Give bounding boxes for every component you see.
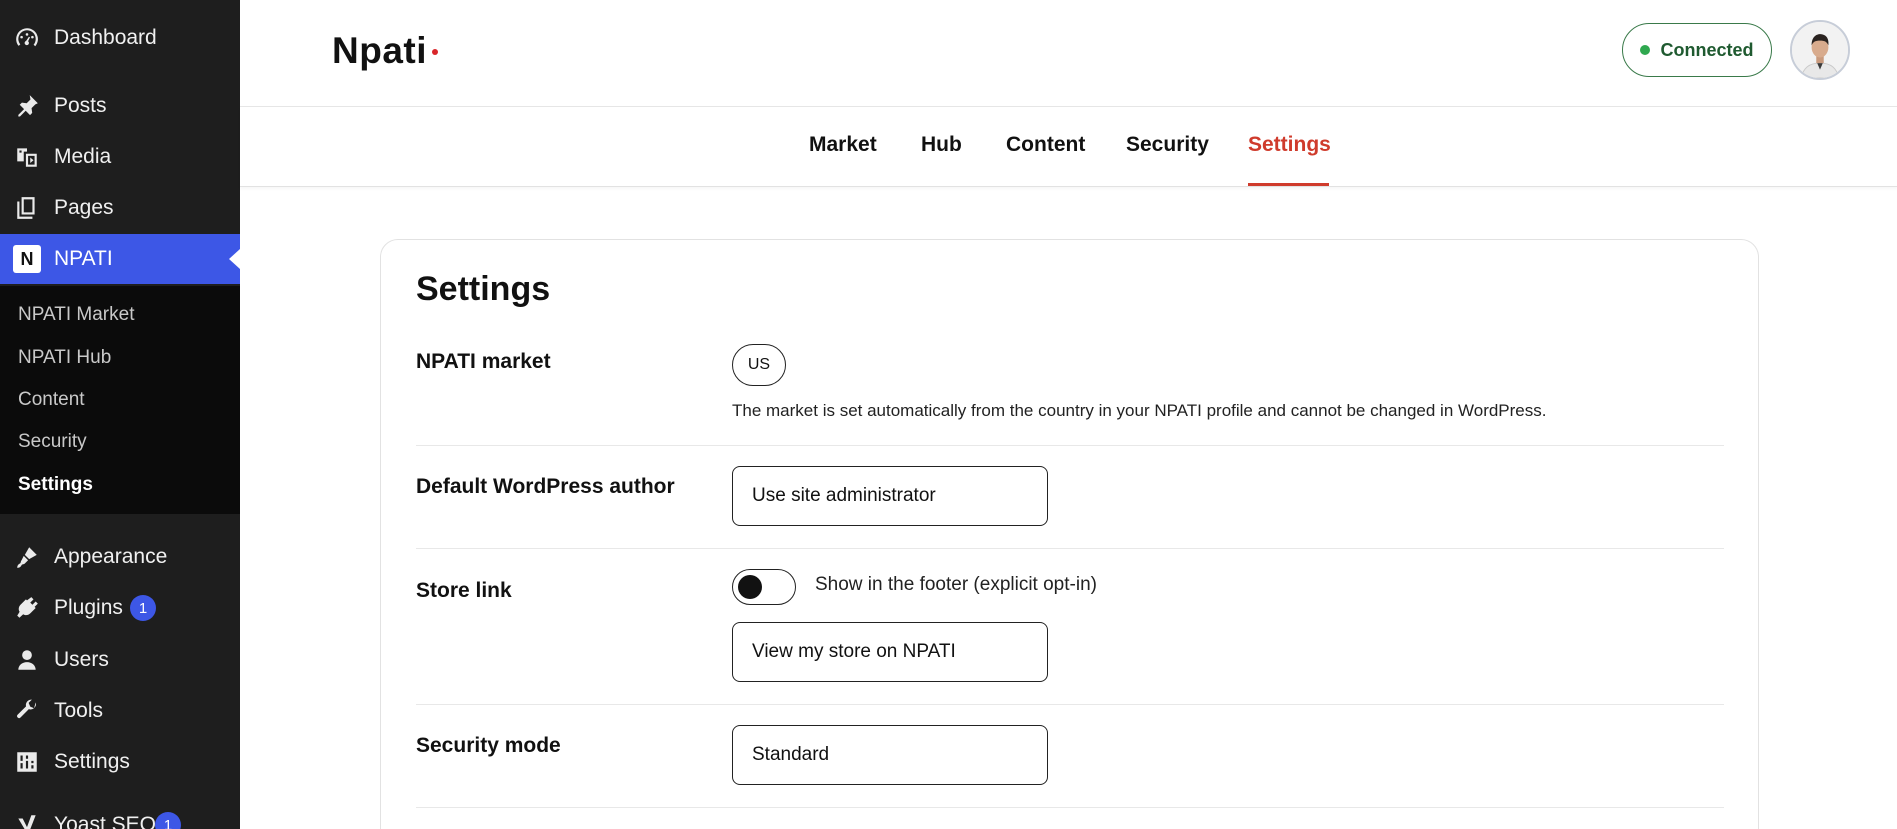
menu-label: Dashboard	[54, 26, 157, 49]
menu-label: Users	[54, 648, 109, 671]
yoast-notification-badge: 1	[155, 812, 181, 829]
menu-item-yoast-seo[interactable]: Yoast SEO 1	[0, 800, 240, 829]
npati-logo-letter: N	[13, 245, 41, 273]
submenu-item-npati-hub[interactable]: NPATI Hub	[18, 347, 111, 369]
tab-market[interactable]: Market	[809, 133, 877, 157]
connection-status-label: Connected	[1660, 39, 1754, 60]
submenu-item-settings[interactable]: Settings	[18, 474, 93, 496]
menu-item-posts[interactable]: Posts	[0, 81, 240, 131]
submenu-item-content[interactable]: Content	[18, 389, 85, 411]
view-store-button-label: View my store on NPATI	[752, 641, 956, 662]
settings-title: Settings	[416, 270, 551, 308]
menu-label: Tools	[54, 699, 104, 722]
menu-item-media[interactable]: Media	[0, 132, 240, 182]
market-help-text: The market is set automatically from the…	[732, 401, 1547, 420]
tab-hub[interactable]: Hub	[921, 133, 962, 157]
row-divider	[416, 807, 1724, 808]
row-divider	[416, 548, 1724, 549]
status-dot-icon	[1640, 45, 1651, 55]
store-link-label: Store link	[416, 579, 512, 602]
brand-logo[interactable]: Npati	[332, 30, 427, 72]
app-header: Npati Connected	[240, 0, 1897, 107]
menu-label: Yoast SEO	[54, 813, 156, 829]
main-tab-bar: Market Hub Content Security Settings	[240, 107, 1897, 187]
pages-icon	[13, 196, 41, 220]
brand-dot	[432, 49, 438, 55]
brush-icon	[13, 545, 41, 569]
menu-item-appearance[interactable]: Appearance	[0, 532, 240, 582]
user-avatar[interactable]	[1790, 20, 1850, 80]
tab-content[interactable]: Content	[1006, 133, 1085, 157]
toggle-knob	[738, 575, 762, 599]
default-author-value: Use site administrator	[752, 485, 936, 506]
menu-label: Appearance	[54, 545, 168, 568]
active-menu-arrow	[229, 249, 240, 269]
row-divider	[416, 704, 1724, 705]
security-mode-label: Security mode	[416, 734, 561, 757]
row-divider	[416, 445, 1724, 446]
dashboard-icon	[13, 26, 41, 50]
menu-label: Settings	[54, 750, 130, 773]
tab-settings[interactable]: Settings	[1248, 133, 1331, 157]
menu-item-pages[interactable]: Pages	[0, 183, 240, 233]
store-link-footer-toggle[interactable]	[732, 569, 796, 605]
menu-label: Media	[54, 145, 112, 168]
media-icon	[13, 145, 41, 169]
menu-label: NPATI	[54, 247, 113, 270]
sliders-icon	[13, 750, 41, 774]
menu-item-users[interactable]: Users	[0, 635, 240, 685]
plug-icon	[13, 596, 41, 620]
menu-item-tools[interactable]: Tools	[0, 686, 240, 736]
store-link-toggle-label: Show in the footer (explicit opt-in)	[815, 574, 1097, 595]
npati-submenu: NPATI Market NPATI Hub Content Security …	[0, 286, 240, 514]
menu-label: Plugins	[54, 596, 123, 619]
npati-market-label: NPATI market	[416, 350, 551, 373]
menu-label: Posts	[54, 94, 107, 117]
default-author-select[interactable]: Use site administrator	[732, 466, 1048, 526]
wp-admin-sidebar: Dashboard Posts Media Pages N NPATI NPAT…	[0, 0, 240, 829]
submenu-item-npati-market[interactable]: NPATI Market	[18, 304, 134, 326]
security-mode-value: Standard	[752, 744, 830, 765]
security-mode-select[interactable]: Standard	[732, 725, 1048, 785]
view-store-button[interactable]: View my store on NPATI	[732, 622, 1048, 682]
active-tab-indicator	[1248, 183, 1329, 186]
settings-card: Settings NPATI market US The market is s…	[380, 239, 1759, 829]
yoast-icon	[13, 813, 41, 829]
connection-status-badge[interactable]: Connected	[1622, 23, 1772, 77]
user-icon	[13, 648, 41, 672]
menu-item-dashboard[interactable]: Dashboard	[0, 13, 240, 63]
market-value-badge: US	[732, 344, 786, 386]
default-author-label: Default WordPress author	[416, 475, 675, 498]
wrench-icon	[13, 699, 41, 723]
submenu-item-security[interactable]: Security	[18, 431, 87, 453]
menu-item-settings[interactable]: Settings	[0, 737, 240, 787]
pin-icon	[13, 94, 41, 118]
avatar-portrait-icon	[1792, 22, 1848, 78]
menu-item-npati[interactable]: N NPATI	[0, 234, 240, 284]
npati-logo-icon: N	[13, 245, 41, 273]
plugins-update-badge: 1	[130, 595, 156, 621]
menu-item-plugins[interactable]: Plugins 1	[0, 583, 240, 633]
menu-label: Pages	[54, 196, 114, 219]
tab-security[interactable]: Security	[1126, 133, 1209, 157]
